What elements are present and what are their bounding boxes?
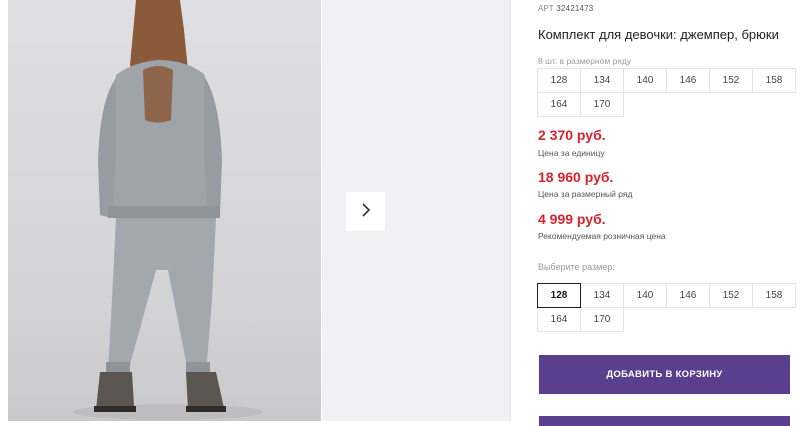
size-option[interactable]: 152 xyxy=(709,283,753,308)
gallery-next-button[interactable] xyxy=(346,192,385,231)
pack-price: 18 960 руб. xyxy=(538,169,614,185)
article-number: АРТ 32421473 xyxy=(538,4,593,13)
pack-size-cell: 170 xyxy=(580,92,624,117)
secondary-action-button[interactable] xyxy=(539,416,790,426)
product-photo xyxy=(8,0,321,421)
size-option[interactable]: 170 xyxy=(580,307,624,332)
pack-size-grid: 128 134 140 146 152 158 164 170 xyxy=(537,68,796,117)
article-value: 32421473 xyxy=(556,4,594,13)
unit-price: 2 370 руб. xyxy=(538,127,606,143)
size-picker: 128 134 140 146 152 158 164 170 xyxy=(537,283,796,332)
unit-price-label: Цена за единицу xyxy=(538,148,605,158)
product-photo-figure xyxy=(73,0,263,420)
retail-price: 4 999 руб. xyxy=(538,211,606,227)
size-option[interactable]: 146 xyxy=(666,283,710,308)
size-option[interactable]: 158 xyxy=(752,283,796,308)
pack-size-cell: 134 xyxy=(580,68,624,93)
size-option-selected[interactable]: 128 xyxy=(537,283,581,308)
size-picker-label: Выберите размер: xyxy=(538,262,615,272)
pack-size-cell: 152 xyxy=(709,68,753,93)
pack-size-cell: 164 xyxy=(537,92,581,117)
article-label: АРТ xyxy=(538,4,554,13)
size-option[interactable]: 140 xyxy=(623,283,667,308)
pack-price-label: Цена за размерный ряд xyxy=(538,189,633,199)
pack-size-cell: 146 xyxy=(666,68,710,93)
size-option[interactable]: 164 xyxy=(537,307,581,332)
pack-size-cell: 128 xyxy=(537,68,581,93)
panel-divider xyxy=(510,0,511,421)
product-title: Комплект для девочки: джемпер, брюки xyxy=(538,27,779,42)
pack-size-cell: 158 xyxy=(752,68,796,93)
add-to-cart-button[interactable]: ДОБАВИТЬ В КОРЗИНУ xyxy=(539,355,790,394)
pack-size-cell: 140 xyxy=(623,68,667,93)
pack-note: 8 шт. в размерном ряду xyxy=(538,56,632,66)
retail-price-label: Рекомендуемая розничная цена xyxy=(538,231,666,241)
chevron-right-icon xyxy=(360,202,372,221)
size-option[interactable]: 134 xyxy=(580,283,624,308)
